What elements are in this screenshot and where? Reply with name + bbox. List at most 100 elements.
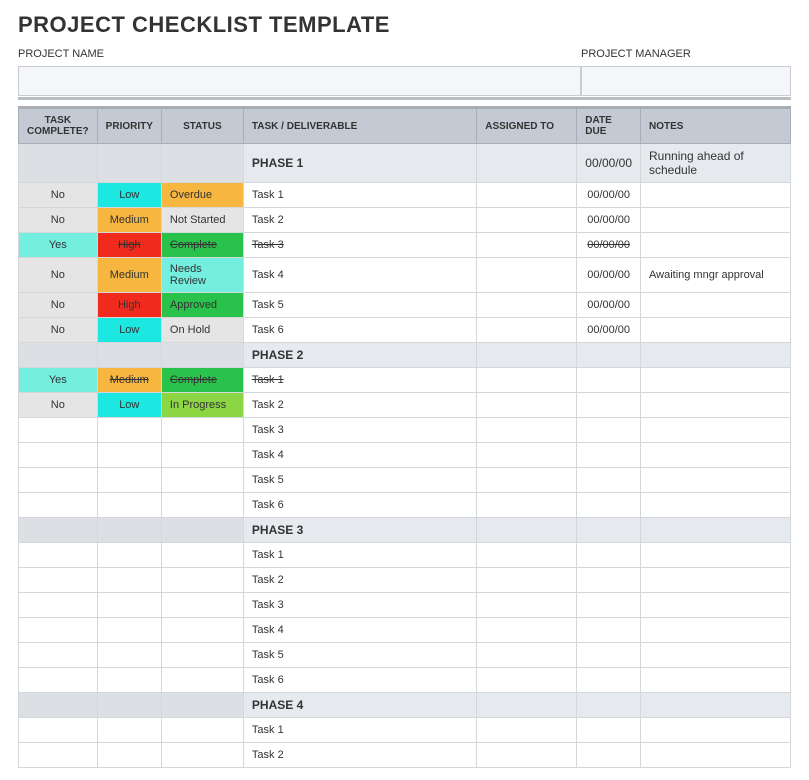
- cell-task[interactable]: Task 6: [243, 318, 476, 343]
- cell-task[interactable]: Task 1: [243, 368, 476, 393]
- cell-priority[interactable]: Medium: [97, 208, 161, 233]
- cell-notes[interactable]: [641, 293, 791, 318]
- cell-status[interactable]: Overdue: [161, 183, 243, 208]
- cell-status[interactable]: Needs Review: [161, 258, 243, 293]
- table-row[interactable]: No Low In Progress Task 2: [19, 393, 791, 418]
- cell-complete[interactable]: No: [19, 293, 98, 318]
- table-row[interactable]: No Low On Hold Task 6 00/00/00: [19, 318, 791, 343]
- cell-priority[interactable]: Low: [97, 393, 161, 418]
- cell-task[interactable]: Task 3: [243, 418, 476, 443]
- cell-assigned[interactable]: [477, 368, 577, 393]
- cell-status[interactable]: On Hold: [161, 318, 243, 343]
- cell-priority[interactable]: Low: [97, 183, 161, 208]
- cell-priority[interactable]: Medium: [97, 368, 161, 393]
- project-manager-input[interactable]: [581, 66, 791, 96]
- cell-status[interactable]: Complete: [161, 233, 243, 258]
- table-row[interactable]: No High Approved Task 5 00/00/00: [19, 293, 791, 318]
- cell-task[interactable]: Task 1: [243, 718, 476, 743]
- cell-date[interactable]: 00/00/00: [577, 293, 641, 318]
- cell-date[interactable]: 00/00/00: [577, 208, 641, 233]
- table-row[interactable]: Task 5: [19, 643, 791, 668]
- cell-notes[interactable]: [641, 393, 791, 418]
- phase-label: PHASE 4: [243, 693, 476, 718]
- table-row[interactable]: Task 5: [19, 468, 791, 493]
- table-row[interactable]: Task 2: [19, 568, 791, 593]
- cell-task[interactable]: Task 1: [243, 183, 476, 208]
- cell-notes[interactable]: [641, 368, 791, 393]
- table-row[interactable]: No Low Overdue Task 1 00/00/00: [19, 183, 791, 208]
- cell-assigned[interactable]: [477, 233, 577, 258]
- cell-status[interactable]: In Progress: [161, 393, 243, 418]
- table-row[interactable]: Task 1: [19, 718, 791, 743]
- cell-status[interactable]: Approved: [161, 293, 243, 318]
- cell-task[interactable]: Task 6: [243, 668, 476, 693]
- table-row[interactable]: Task 3: [19, 593, 791, 618]
- cell-priority[interactable]: High: [97, 233, 161, 258]
- cell-task[interactable]: Task 4: [243, 258, 476, 293]
- cell-task[interactable]: Task 5: [243, 293, 476, 318]
- cell-priority[interactable]: Low: [97, 318, 161, 343]
- cell-assigned[interactable]: [477, 183, 577, 208]
- table-row[interactable]: Task 6: [19, 668, 791, 693]
- cell-date[interactable]: 00/00/00: [577, 233, 641, 258]
- table-row[interactable]: Task 4: [19, 443, 791, 468]
- project-name-input[interactable]: [18, 66, 581, 96]
- cell-notes[interactable]: [641, 233, 791, 258]
- table-row[interactable]: Task 2: [19, 743, 791, 768]
- table-row[interactable]: No Medium Not Started Task 2 00/00/00: [19, 208, 791, 233]
- cell-status[interactable]: Not Started: [161, 208, 243, 233]
- cell-task[interactable]: Task 2: [243, 568, 476, 593]
- checklist-table: TASK COMPLETE? PRIORITY STATUS TASK / DE…: [18, 106, 791, 768]
- table-row[interactable]: Task 1: [19, 543, 791, 568]
- cell-complete[interactable]: No: [19, 183, 98, 208]
- cell-priority[interactable]: High: [97, 293, 161, 318]
- phase-notes: Running ahead of schedule: [641, 144, 791, 183]
- cell-assigned[interactable]: [477, 258, 577, 293]
- cell-status[interactable]: Complete: [161, 368, 243, 393]
- cell-notes[interactable]: Awaiting mngr approval: [641, 258, 791, 293]
- table-row[interactable]: Yes High Complete Task 3 00/00/00: [19, 233, 791, 258]
- cell-complete[interactable]: No: [19, 258, 98, 293]
- cell-task[interactable]: Task 3: [243, 593, 476, 618]
- cell-date[interactable]: 00/00/00: [577, 318, 641, 343]
- cell-task[interactable]: Task 6: [243, 493, 476, 518]
- col-complete: TASK COMPLETE?: [19, 108, 98, 144]
- table-row[interactable]: Task 4: [19, 618, 791, 643]
- cell-notes[interactable]: [641, 318, 791, 343]
- cell-notes[interactable]: [641, 208, 791, 233]
- cell-task[interactable]: Task 3: [243, 233, 476, 258]
- cell-complete[interactable]: No: [19, 318, 98, 343]
- cell-complete[interactable]: No: [19, 208, 98, 233]
- cell-assigned[interactable]: [477, 208, 577, 233]
- cell-task[interactable]: Task 2: [243, 208, 476, 233]
- table-row[interactable]: Task 6: [19, 493, 791, 518]
- cell-complete[interactable]: Yes: [19, 368, 98, 393]
- cell-task[interactable]: Task 4: [243, 443, 476, 468]
- cell-notes[interactable]: [641, 183, 791, 208]
- cell-date[interactable]: 00/00/00: [577, 258, 641, 293]
- cell-task[interactable]: Task 4: [243, 618, 476, 643]
- table-header-row: TASK COMPLETE? PRIORITY STATUS TASK / DE…: [19, 108, 791, 144]
- table-row[interactable]: Task 3: [19, 418, 791, 443]
- table-row[interactable]: Yes Medium Complete Task 1: [19, 368, 791, 393]
- cell-task[interactable]: Task 2: [243, 393, 476, 418]
- cell-assigned[interactable]: [477, 293, 577, 318]
- cell-task[interactable]: Task 5: [243, 468, 476, 493]
- table-row[interactable]: No Medium Needs Review Task 4 00/00/00 A…: [19, 258, 791, 293]
- cell-task[interactable]: Task 5: [243, 643, 476, 668]
- phase-row: PHASE 2: [19, 343, 791, 368]
- cell-complete[interactable]: No: [19, 393, 98, 418]
- cell-complete[interactable]: Yes: [19, 233, 98, 258]
- cell-priority[interactable]: Medium: [97, 258, 161, 293]
- cell-task[interactable]: Task 1: [243, 543, 476, 568]
- cell-date[interactable]: 00/00/00: [577, 183, 641, 208]
- phase-row: PHASE 4: [19, 693, 791, 718]
- col-priority: PRIORITY: [97, 108, 161, 144]
- phase-row: PHASE 1 00/00/00 Running ahead of schedu…: [19, 144, 791, 183]
- cell-task[interactable]: Task 2: [243, 743, 476, 768]
- cell-date[interactable]: [577, 368, 641, 393]
- phase-row: PHASE 3: [19, 518, 791, 543]
- cell-assigned[interactable]: [477, 318, 577, 343]
- cell-assigned[interactable]: [477, 393, 577, 418]
- cell-date[interactable]: [577, 393, 641, 418]
